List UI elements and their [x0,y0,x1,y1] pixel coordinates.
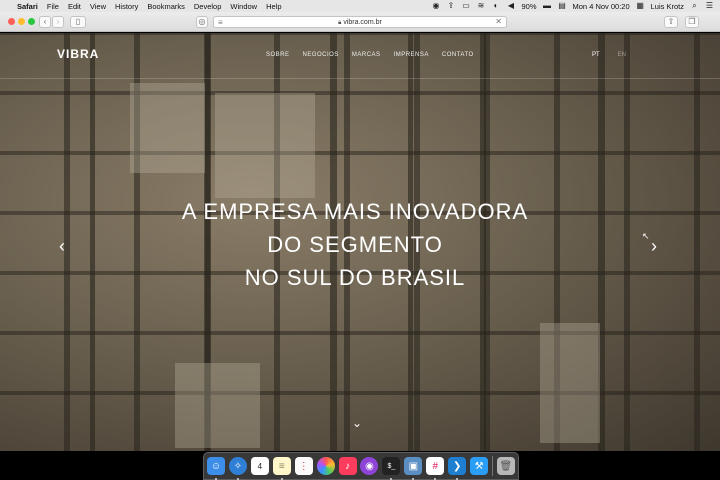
hero-headline: A EMPRESA MAIS INOVADORA DO SEGMENTO NO … [0,195,710,294]
safari-icon[interactable]: ✧ [228,457,247,480]
extension-icon[interactable]: ◎ [196,16,208,28]
terminal-icon[interactable]: $_ [382,457,401,480]
hero-background [130,83,205,173]
close-tab-icon[interactable]: ✕ [495,17,502,27]
search-icon[interactable]: ⌕ [690,2,699,10]
app-menu[interactable]: Safari [17,2,38,11]
menu-help[interactable]: Help [266,2,281,11]
menu-history[interactable]: History [115,2,138,11]
battery-percent: 90% [521,1,537,11]
browser-toolbar: ‹ › ▯ ◎ ≡ 🔒︎ vibra.com.br ✕ ⇧ ❐ [0,12,720,32]
menu-view[interactable]: View [90,2,106,11]
lang-en[interactable]: EN [618,52,626,58]
nav-contato[interactable]: CONTATO [442,52,474,58]
forward-button[interactable]: › [52,16,64,28]
hero-background [540,323,600,443]
menu-window[interactable]: Window [230,2,257,11]
minimize-window-button[interactable] [18,18,25,25]
calendar-icon[interactable]: 4 [250,457,269,475]
menu-develop[interactable]: Develop [194,2,222,11]
address-bar[interactable]: ≡ 🔒︎ vibra.com.br ✕ [213,16,507,28]
calendar-day: 4 [257,461,263,471]
menu-edit[interactable]: Edit [68,2,81,11]
toggle-icon[interactable]: ◐ [492,2,501,10]
headline-line: NO SUL DO BRASIL [244,265,466,290]
url-text[interactable]: vibra.com.br [343,19,382,26]
language-switcher: PT EN [592,52,626,58]
main-nav: SOBRE NEGOCIOS MARCAS IMPRENSA CONTATO [266,52,474,58]
notes-icon[interactable]: ≡ [272,457,291,480]
tabs-overview-icon[interactable]: ❐ [685,16,699,28]
menu-file[interactable]: File [47,2,59,11]
vscode-icon[interactable]: ❯ [448,457,467,480]
mouse-cursor-icon: ↖ [642,231,650,241]
menu-bar: Safari File Edit View History Bookmarks … [0,0,720,12]
music-icon[interactable]: ♪ [338,457,357,475]
slack-icon[interactable]: # [426,457,445,480]
site-header: VIBRA SOBRE NEGOCIOS MARCAS IMPRENSA CON… [0,33,720,79]
back-button[interactable]: ‹ [39,16,51,28]
headline-line: A EMPRESA MAIS INOVADORA [181,199,529,224]
hero-background [215,93,315,198]
wifi-icon[interactable]: ≋ [477,2,486,10]
volume-icon[interactable]: ◀ [507,2,516,10]
site-logo[interactable]: VIBRA [57,47,99,61]
web-page: VIBRA SOBRE NEGOCIOS MARCAS IMPRENSA CON… [0,33,720,451]
preview-icon[interactable]: ▣ [404,457,423,480]
finder-icon[interactable]: ☺ [207,457,225,480]
lang-pt[interactable]: PT [592,52,600,58]
chevron-left-icon[interactable]: ‹ [59,237,65,255]
chevron-right-icon[interactable]: › [651,237,657,255]
chevron-down-icon[interactable]: ⌄ [352,416,362,430]
upload-icon[interactable]: ⇪ [447,2,456,10]
nav-negocios[interactable]: NEGOCIOS [303,52,339,58]
podcast-icon[interactable]: ◉ [360,457,379,475]
clock[interactable]: Mon 4 Nov 00:20 [573,2,630,11]
user-name[interactable]: Luis Krotz [651,2,684,11]
airplay-icon[interactable]: ▭ [462,2,471,10]
nav-marcas[interactable]: MARCAS [352,52,381,58]
lock-icon: 🔒︎ [338,20,342,26]
nav-sobre[interactable]: SOBRE [266,52,290,58]
headline-line: DO SEGMENTO [267,232,443,257]
share-icon[interactable]: ⇧ [664,16,678,28]
xcode-icon[interactable]: ⚒ [470,457,489,475]
menu-bookmarks[interactable]: Bookmarks [147,2,185,11]
battery-icon[interactable]: ▬ [543,2,552,10]
record-icon[interactable]: ◉ [432,2,441,10]
user-flag-icon: ▦ [636,1,644,10]
photos-icon[interactable] [316,457,335,475]
reminders-icon[interactable]: ⋮ [294,457,313,475]
sidebar-icon[interactable]: ▯ [70,16,86,28]
dock-separator [491,456,493,476]
trash-icon[interactable]: 🗑︎ [496,457,515,475]
dock: ☺ ✧ 4 ≡ ⋮ ♪ ◉ $_ ▣ # ❯ ⚒ 🗑︎ [203,452,519,480]
fullscreen-window-button[interactable] [28,18,35,25]
flag-icon[interactable]: ▤ [558,2,567,10]
control-center-icon[interactable]: ☰ [705,2,714,10]
hero-background [175,363,260,448]
nav-imprensa[interactable]: IMPRENSA [394,52,429,58]
close-window-button[interactable] [8,18,15,25]
